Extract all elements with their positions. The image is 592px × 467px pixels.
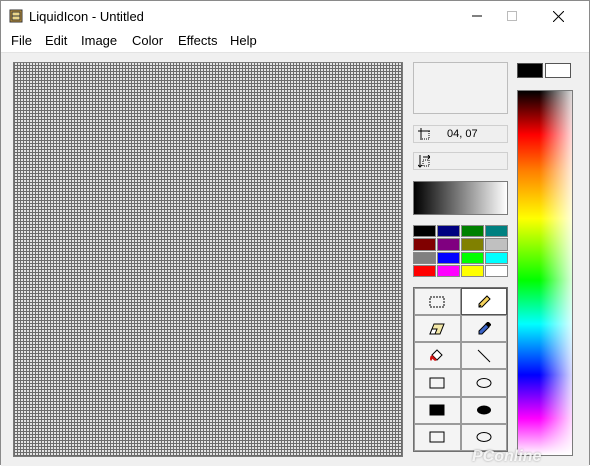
- palette-swatch[interactable]: [413, 251, 436, 264]
- pencil-tool[interactable]: [460, 288, 507, 316]
- background-color-swatch[interactable]: [545, 63, 571, 78]
- filled-rectangle-tool[interactable]: [414, 396, 461, 424]
- palette-swatch[interactable]: [413, 225, 436, 238]
- pencil-icon: [478, 294, 491, 308]
- client-area: 04, 07 PConline: [1, 52, 589, 466]
- palette-swatch[interactable]: [461, 264, 484, 277]
- maximize-button[interactable]: [489, 1, 535, 31]
- pixel-canvas[interactable]: [13, 62, 403, 457]
- color-palette: [413, 225, 508, 277]
- menu-bar: File Edit Image Color Effects Help: [1, 31, 589, 51]
- paint-bucket-icon: [430, 349, 443, 361]
- palette-swatch[interactable]: [413, 264, 436, 277]
- foreground-color-swatch[interactable]: [517, 63, 543, 78]
- ellipse-outline-icon: [476, 378, 492, 389]
- line-tool[interactable]: [460, 342, 507, 370]
- eraser-tool[interactable]: [414, 315, 461, 343]
- eraser-icon: [429, 323, 445, 335]
- close-icon: [552, 10, 564, 22]
- palette-swatch[interactable]: [485, 225, 508, 238]
- palette-swatch[interactable]: [485, 251, 508, 264]
- eyedropper-icon: [478, 321, 491, 335]
- crosshair-position-icon: [418, 128, 430, 140]
- menu-file[interactable]: File: [11, 33, 32, 48]
- app-window: LiquidIcon - Untitled File Edit Image Co…: [0, 0, 590, 466]
- palette-swatch[interactable]: [437, 264, 460, 277]
- ellipse-outline-icon: [476, 432, 492, 443]
- filled-ellipse-icon: [476, 405, 491, 415]
- menu-effects[interactable]: Effects: [178, 33, 218, 48]
- palette-swatch[interactable]: [461, 238, 484, 251]
- palette-swatch[interactable]: [485, 264, 508, 277]
- current-colors: [517, 63, 573, 79]
- fill-tool[interactable]: [414, 342, 461, 370]
- rectangle-tool[interactable]: [414, 369, 461, 397]
- palette-swatch[interactable]: [437, 251, 460, 264]
- rounded-ellipse-tool[interactable]: [460, 423, 507, 451]
- line-icon: [477, 349, 491, 363]
- rectangle-outline-icon: [429, 377, 445, 389]
- app-icon: [9, 9, 23, 23]
- window-title: LiquidIcon - Untitled: [29, 9, 144, 24]
- ellipse-tool[interactable]: [460, 369, 507, 397]
- menu-edit[interactable]: Edit: [45, 33, 67, 48]
- palette-swatch[interactable]: [485, 238, 508, 251]
- grayscale-gradient-bar[interactable]: [413, 181, 508, 215]
- palette-swatch[interactable]: [413, 238, 436, 251]
- palette-swatch[interactable]: [461, 225, 484, 238]
- maximize-icon: [507, 11, 517, 21]
- color-spectrum-picker[interactable]: [517, 90, 573, 456]
- rect-select-tool[interactable]: [414, 288, 461, 316]
- filled-ellipse-tool[interactable]: [460, 396, 507, 424]
- menu-image[interactable]: Image: [81, 33, 117, 48]
- tool-palette: [413, 287, 508, 452]
- menu-help[interactable]: Help: [230, 33, 257, 48]
- filled-rectangle-icon: [429, 404, 445, 416]
- close-button[interactable]: [535, 1, 581, 31]
- palette-swatch[interactable]: [461, 251, 484, 264]
- watermark: PConline: [472, 448, 542, 465]
- icon-preview: [413, 62, 508, 114]
- palette-swatch[interactable]: [437, 238, 460, 251]
- title-bar[interactable]: LiquidIcon - Untitled: [1, 1, 589, 31]
- dashed-rectangle-icon: [429, 296, 445, 308]
- selection-size-icon: [418, 155, 430, 168]
- rounded-rectangle-tool[interactable]: [414, 423, 461, 451]
- palette-swatch[interactable]: [437, 225, 460, 238]
- eyedropper-tool[interactable]: [460, 315, 507, 343]
- selection-size-readout: [413, 152, 508, 170]
- rectangle-outline-icon: [429, 431, 445, 443]
- menu-color[interactable]: Color: [132, 33, 163, 48]
- cursor-position-readout: 04, 07: [413, 125, 508, 143]
- minimize-icon: [472, 15, 482, 17]
- coordinates-text: 04, 07: [447, 128, 478, 140]
